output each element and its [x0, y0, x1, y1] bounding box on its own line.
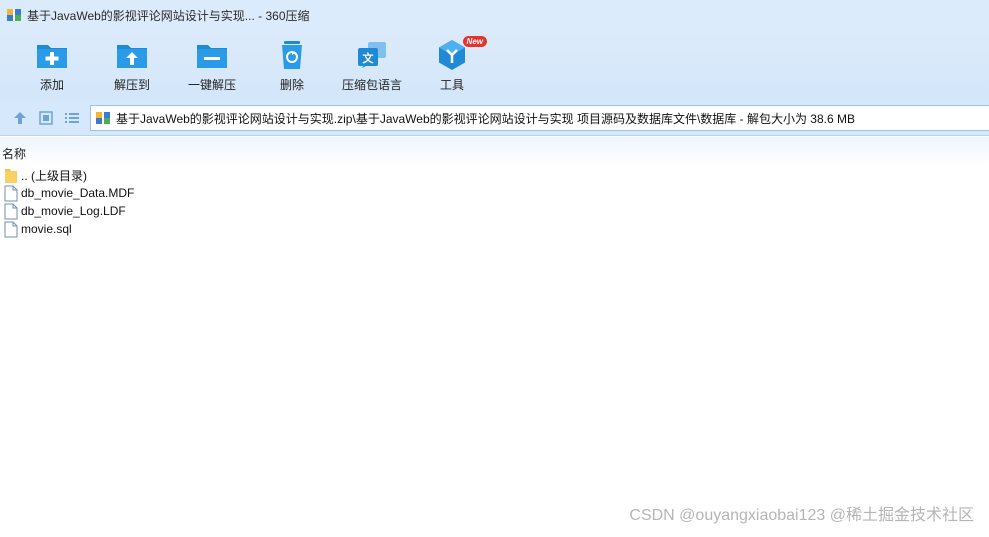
thumbnail-view-icon[interactable]	[38, 110, 54, 126]
folder-icon	[5, 168, 17, 183]
list-header: 名称	[0, 137, 989, 165]
title-bar: 基于JavaWeb的影视评论网站设计与实现... - 360压缩	[0, 0, 989, 30]
file-name: movie.sql	[21, 222, 72, 236]
svg-text:文: 文	[363, 51, 375, 65]
address-path: 基于JavaWeb的影视评论网站设计与实现.zip\基于JavaWeb的影视评论…	[116, 111, 855, 126]
new-badge: New	[462, 36, 487, 47]
file-name: db_movie_Data.MDF	[21, 186, 135, 200]
add-button-label: 添加	[39, 78, 64, 92]
list-item[interactable]: db_movie_Log.LDF	[4, 202, 126, 220]
toolbar: 添加 解压到 一键解压 删除 文 压缩包语言 New 工具	[0, 30, 989, 100]
tools-button[interactable]: New 工具	[410, 36, 494, 93]
file-name: db_movie_Log.LDF	[21, 204, 126, 218]
extract-to-label: 解压到	[113, 78, 150, 92]
delete-label: 删除	[279, 78, 304, 92]
language-icon: 文	[358, 42, 386, 68]
list-item[interactable]: db_movie_Data.MDF	[4, 184, 134, 202]
one-click-extract-label: 一键解压	[187, 78, 236, 92]
archive-app-icon	[7, 9, 21, 21]
extract-to-folder-icon	[117, 45, 147, 68]
extract-to-button[interactable]: 解压到	[90, 38, 174, 93]
file-icon	[4, 221, 18, 237]
list-item-parent-directory[interactable]: .. (上级目录)	[4, 166, 87, 184]
address-bar[interactable]: 基于JavaWeb的影视评论网站设计与实现.zip\基于JavaWeb的影视评论…	[90, 105, 989, 131]
file-icon	[4, 203, 18, 219]
file-icon	[4, 185, 18, 201]
watermark: CSDN @ouyangxiaobai123 @稀土掘金技术社区	[629, 507, 974, 524]
navigation-bar: 基于JavaWeb的影视评论网站设计与实现.zip\基于JavaWeb的影视评论…	[0, 100, 989, 136]
archive-icon	[96, 112, 110, 124]
list-item[interactable]: movie.sql	[4, 220, 72, 238]
column-header-name[interactable]: 名称	[2, 145, 26, 162]
up-arrow-icon[interactable]	[12, 110, 28, 126]
tools-label: 工具	[439, 78, 464, 92]
add-folder-icon	[37, 45, 67, 68]
one-click-extract-button[interactable]: 一键解压	[170, 38, 254, 93]
recycle-bin-icon	[282, 41, 302, 69]
one-click-extract-icon	[197, 45, 227, 68]
list-view-icon[interactable]	[64, 110, 80, 126]
archive-language-button[interactable]: 文 压缩包语言	[330, 38, 414, 93]
archive-language-label: 压缩包语言	[341, 78, 402, 92]
add-button[interactable]: 添加	[10, 38, 94, 93]
window-title: 基于JavaWeb的影视评论网站设计与实现... - 360压缩	[27, 8, 310, 23]
file-name: .. (上级目录)	[21, 168, 87, 183]
delete-button[interactable]: 删除	[250, 38, 334, 93]
